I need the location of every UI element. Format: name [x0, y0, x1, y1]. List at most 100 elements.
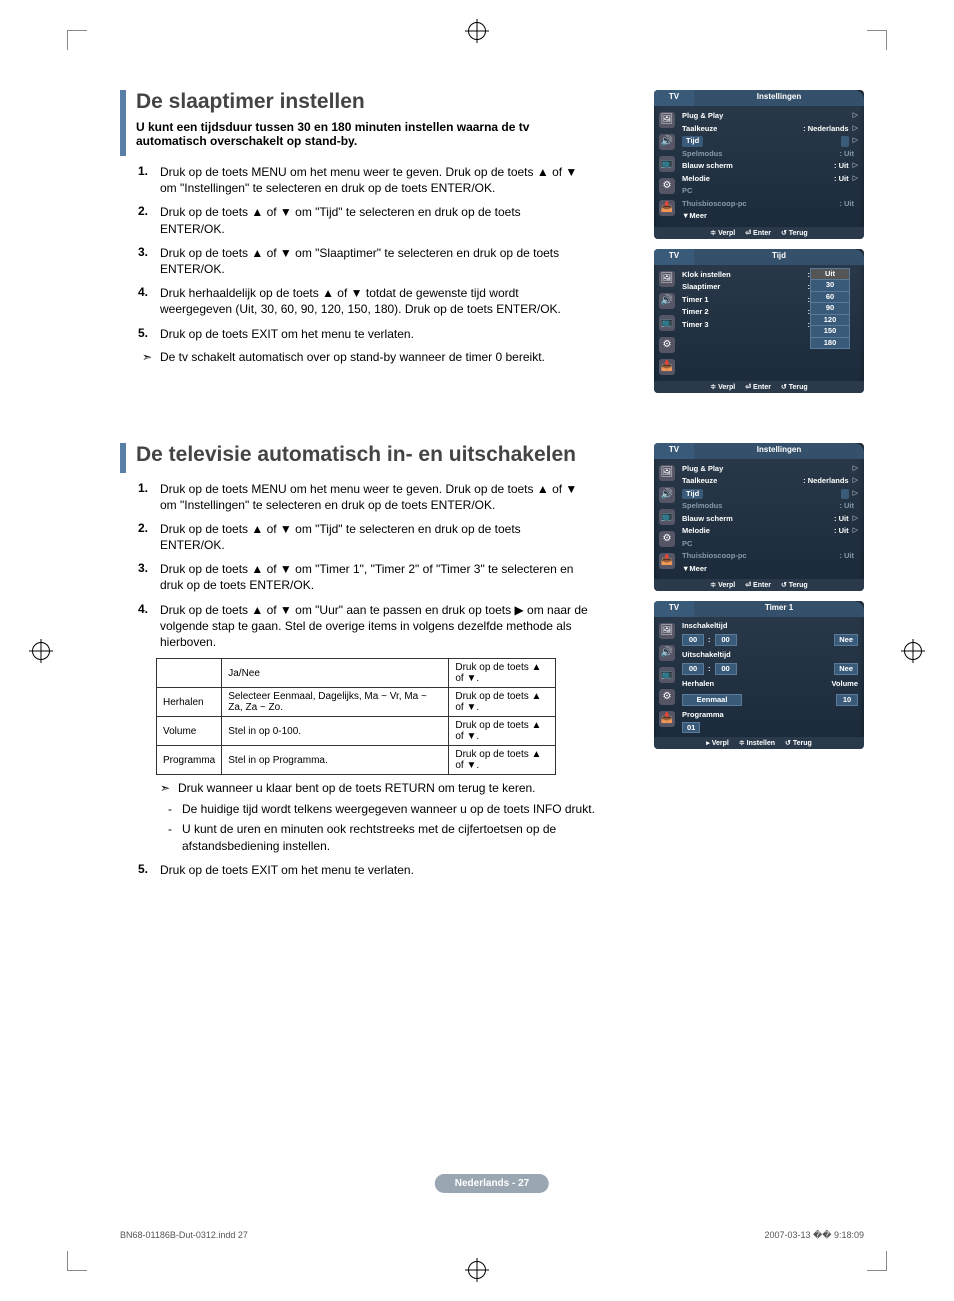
footer-return: ↺ Terug	[785, 739, 812, 747]
activation-field: Nee	[834, 634, 858, 647]
title-accent-bar	[120, 90, 126, 156]
osd-menu-item: PC	[682, 538, 858, 551]
footer-adjust: ≑ Instellen	[739, 739, 775, 747]
osd-menu-item: Melodie: Uit▷	[682, 173, 858, 186]
title-accent-bar	[120, 443, 126, 473]
osd-menu-item: Blauw scherm: Uit▷	[682, 513, 858, 526]
footer-enter: ⏎ Enter	[745, 383, 771, 391]
osd-menu-item: Plug & Play▷	[682, 110, 858, 123]
volume-label: Volume	[831, 679, 858, 690]
volume-value: 10	[836, 694, 858, 707]
osd-sidebar-icons: 🖼 🔊 📺 ⚙ 📥	[654, 265, 680, 381]
section-sleep-timer: De slaaptimer instellen U kunt een tijds…	[120, 90, 864, 403]
table-cell: Programma	[157, 746, 222, 775]
steps-list: 1.Druk op de toets MENU om het menu weer…	[138, 481, 588, 651]
osd-menu-item: Tijd▷	[682, 488, 858, 501]
crop-mark	[67, 30, 87, 50]
crop-mark	[867, 30, 887, 50]
table-cell: Stel in op Programma.	[222, 746, 449, 775]
steps-list: 1.Druk op de toets MENU om het menu weer…	[138, 164, 588, 342]
osd-footer: ▸ Verpl ≑ Instellen ↺ Terug	[654, 737, 864, 749]
step-text: Druk op de toets MENU om het menu weer t…	[160, 481, 588, 513]
step-number: 1.	[138, 164, 160, 196]
osd-timer1: TV Timer 1 🖼 🔊 📺 ⚙ 📥 Inschakeltijd 0	[654, 601, 864, 749]
osd-menu-item: Slaaptimer:	[682, 281, 810, 294]
note-arrow-icon: ➣	[160, 781, 178, 795]
programme-value: 01	[682, 722, 700, 733]
osd-option: 180	[810, 337, 850, 350]
osd-tv-label: TV	[654, 90, 694, 106]
osd-sidebar-icons: 🖼 🔊 📺 ⚙ 📥	[654, 106, 680, 227]
section-title: De televisie automatisch in- en uitschak…	[136, 443, 576, 467]
sound-icon: 🔊	[659, 645, 675, 661]
step-text: Druk op de toets ▲ of ▼ om "Tijd" te sel…	[160, 521, 588, 553]
table-header: Druk op de toets ▲ of ▼.	[449, 659, 556, 688]
channel-icon: 📺	[659, 156, 675, 172]
note-text: De tv schakelt automatisch over op stand…	[160, 350, 545, 364]
sound-icon: 🔊	[659, 293, 675, 309]
osd-menu-item: Spelmodus: Uit	[682, 148, 858, 161]
footer-filename: BN68-01186B-Dut-0312.indd 27	[120, 1230, 248, 1241]
activation-field: Nee	[834, 663, 858, 676]
osd-option-list: Uit306090120150180	[810, 269, 858, 377]
osd-title: Instellingen	[694, 90, 864, 106]
registration-mark	[468, 1261, 486, 1279]
osd-sidebar-icons: 🖼 🔊 📺 ⚙ 📥	[654, 459, 680, 580]
osd-footer: ≑ Verpl ⏎ Enter ↺ Terug	[654, 381, 864, 393]
input-icon: 📥	[659, 200, 675, 216]
step-number: 5.	[138, 326, 160, 342]
table-cell: Volume	[157, 717, 222, 746]
off-time-label: Uitschakeltijd	[682, 650, 858, 661]
footer-return: ↺ Terug	[781, 383, 808, 391]
section-auto-on-off: De televisie automatisch in- en uitschak…	[120, 443, 864, 886]
step-number: 1.	[138, 481, 160, 513]
sound-icon: 🔊	[659, 487, 675, 503]
osd-menu-list: Klok instellen:Slaaptimer:Timer 1:Timer …	[682, 269, 810, 377]
step-text: Druk op de toets EXIT om het menu te ver…	[160, 326, 588, 342]
note: ➣ Druk wanneer u klaar bent op de toets …	[160, 781, 590, 795]
osd-menu-item: Spelmodus: Uit	[682, 500, 858, 513]
footer-return: ↺ Terug	[781, 229, 808, 237]
step-text: Druk op de toets ▲ of ▼ om "Slaaptimer" …	[160, 245, 588, 277]
step-text: Druk herhaaldelijk op de toets ▲ of ▼ to…	[160, 285, 588, 317]
osd-menu-item: Timer 3:	[682, 319, 810, 332]
osd-title: Timer 1	[694, 601, 864, 617]
sound-icon: 🔊	[659, 134, 675, 150]
input-icon: 📥	[659, 359, 675, 375]
osd-menu-item: Thuisbioscoop-pc: Uit	[682, 198, 858, 211]
picture-icon: 🖼	[659, 112, 675, 128]
table-header: Ja/Nee	[222, 659, 449, 688]
channel-icon: 📺	[659, 667, 675, 683]
repeat-label: Herhalen	[682, 679, 714, 690]
osd-menu-list: Plug & Play▷Taalkeuze: Nederlands▷Tijd▷S…	[680, 106, 864, 227]
footer-move: ▸ Verpl	[706, 739, 729, 747]
osd-title: Instellingen	[694, 443, 864, 459]
channel-icon: 📺	[659, 315, 675, 331]
osd-menu-item: Timer 1:	[682, 294, 810, 307]
osd-tv-label: TV	[654, 249, 694, 265]
footer-enter: ⏎ Enter	[745, 581, 771, 589]
osd-menu-item: Taalkeuze: Nederlands▷	[682, 123, 858, 136]
section-title: De slaaptimer instellen	[136, 90, 576, 114]
minute-field: 00	[715, 663, 737, 676]
osd-tijd: TV Tijd 🖼 🔊 📺 ⚙ 📥 Klok instellen:Slaapti…	[654, 249, 864, 393]
step-number: 2.	[138, 521, 160, 553]
picture-icon: 🖼	[659, 271, 675, 287]
table-cell: Druk op de toets ▲ of ▼.	[449, 717, 556, 746]
footer-enter: ⏎ Enter	[745, 229, 771, 237]
table-cell: Selecteer Eenmaal, Dagelijks, Ma ~ Vr, M…	[222, 688, 449, 717]
step-number: 4.	[138, 602, 160, 651]
crop-mark	[867, 1251, 887, 1271]
osd-tv-label: TV	[654, 601, 694, 617]
footer-move: ≑ Verpl	[710, 383, 735, 391]
osd-menu-item: Timer 2:	[682, 306, 810, 319]
footer-move: ≑ Verpl	[710, 581, 735, 589]
note-text: Druk wanneer u klaar bent op de toets RE…	[178, 781, 536, 795]
page-number-badge: Nederlands - 27	[435, 1174, 549, 1193]
osd-menu-item: Blauw scherm: Uit▷	[682, 160, 858, 173]
note-arrow-icon: ➣	[142, 350, 160, 364]
channel-icon: 📺	[659, 509, 675, 525]
setup-icon: ⚙	[659, 337, 675, 353]
osd-instellingen: TV Instellingen 🖼 🔊 📺 ⚙ 📥 Plug & Play▷Ta…	[654, 90, 864, 239]
hour-field: 00	[682, 663, 704, 676]
